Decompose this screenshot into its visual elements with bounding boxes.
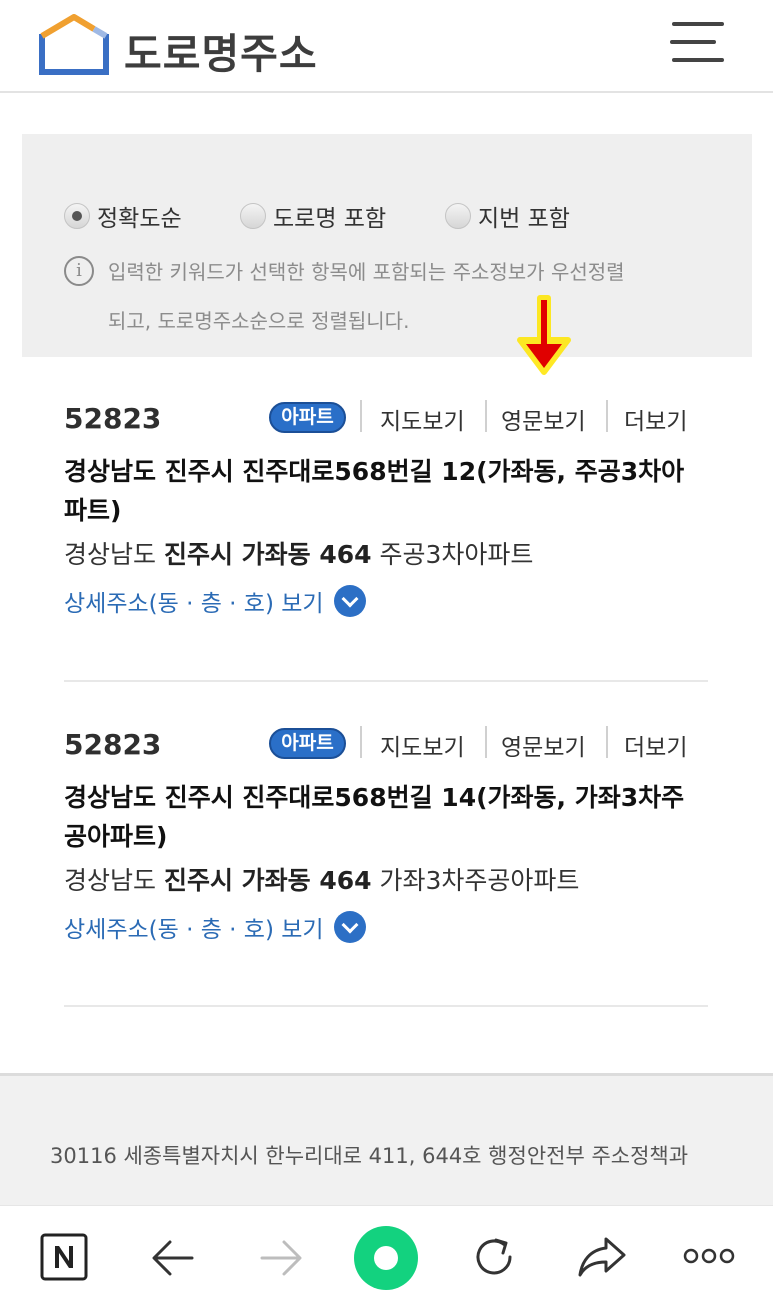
info-text-line2: 되고, 도로명주소순으로 정렬됩니다.: [108, 309, 410, 333]
jibun-bold: 진주시 가좌동 464: [163, 540, 372, 569]
more-view-link[interactable]: 더보기: [624, 728, 687, 762]
divider: [606, 726, 608, 758]
address-result-item: 52823 아파트 지도보기 영문보기 더보기 경상남도 진주시 진주대로568…: [64, 380, 708, 680]
sort-jibun-radio[interactable]: 지번 포함: [445, 200, 570, 232]
sort-accuracy-label: 정확도순: [97, 206, 182, 232]
apartment-badge: 아파트: [269, 728, 346, 759]
info-text-line1: 입력한 키워드가 선택한 항목에 포함되는 주소정보가 우선정렬: [108, 260, 625, 284]
sort-jibun-label: 지번 포함: [478, 206, 570, 232]
hamburger-menu-icon[interactable]: [670, 20, 726, 66]
jibun-prefix: 경상남도: [64, 540, 157, 569]
detail-address-label: 상세주소(동 · 층 · 호) 보기: [64, 591, 324, 617]
refresh-icon[interactable]: [470, 1233, 518, 1281]
jibun-suffix: 가좌3차주공아파트: [379, 866, 580, 895]
road-address-line1: 경상남도 진주시 진주대로568번길 14(가좌동, 가좌3차주: [64, 783, 685, 812]
red-down-arrow-icon: [517, 295, 571, 375]
info-circle-icon: i: [64, 256, 94, 286]
jibun-bold: 진주시 가좌동 464: [163, 866, 372, 895]
jibun-prefix: 경상남도: [64, 866, 157, 895]
road-address-line2: 파트): [64, 496, 122, 525]
divider: [485, 400, 487, 432]
logo-title[interactable]: 도로명주소: [124, 20, 318, 80]
divider: [360, 400, 362, 432]
jibun-suffix: 주공3차아파트: [379, 540, 534, 569]
forward-arrow-icon[interactable]: [258, 1236, 304, 1280]
back-arrow-icon[interactable]: [150, 1236, 196, 1280]
chevron-down-icon: [333, 911, 366, 943]
sort-road-radio[interactable]: 도로명 포함: [240, 200, 386, 232]
detail-address-label: 상세주소(동 · 층 · 호) 보기: [64, 917, 324, 943]
house-logo-icon[interactable]: [38, 14, 110, 76]
map-view-link[interactable]: 지도보기: [380, 728, 465, 762]
map-view-link[interactable]: 지도보기: [380, 402, 465, 436]
zip-code: 52823: [64, 402, 162, 435]
more-view-link[interactable]: 더보기: [624, 402, 687, 436]
radio-unselected-icon: [240, 203, 266, 229]
english-view-link[interactable]: 영문보기: [501, 402, 586, 436]
divider: [360, 726, 362, 758]
sort-road-label: 도로명 포함: [273, 206, 387, 232]
result-divider: [64, 1005, 708, 1007]
detail-address-toggle[interactable]: 상세주소(동 · 층 · 호) 보기: [64, 584, 366, 618]
radio-selected-icon: [64, 203, 90, 229]
road-address[interactable]: 경상남도 진주시 진주대로568번길 14(가좌동, 가좌3차주 공아파트): [64, 778, 708, 856]
divider: [606, 400, 608, 432]
result-divider: [64, 680, 708, 682]
share-icon[interactable]: [576, 1233, 628, 1281]
road-address[interactable]: 경상남도 진주시 진주대로568번길 12(가좌동, 주공3차아 파트): [64, 452, 708, 530]
sort-accuracy-radio[interactable]: 정확도순: [64, 200, 182, 232]
home-circle-icon[interactable]: [352, 1224, 420, 1292]
footer-address: 30116 세종특별자치시 한누리대로 411, 644호 행정안전부 주소정책…: [50, 1144, 689, 1168]
app-header: 도로명주소: [0, 0, 773, 93]
divider: [485, 726, 487, 758]
radio-unselected-icon: [445, 203, 471, 229]
apartment-badge: 아파트: [269, 402, 346, 433]
detail-address-toggle[interactable]: 상세주소(동 · 층 · 호) 보기: [64, 910, 366, 944]
more-dots-icon[interactable]: [682, 1246, 736, 1266]
zip-code: 52823: [64, 728, 162, 761]
jibun-address: 경상남도 진주시 가좌동 464 주공3차아파트: [64, 535, 533, 571]
chevron-down-icon: [333, 585, 366, 617]
address-result-item: 52823 아파트 지도보기 영문보기 더보기 경상남도 진주시 진주대로568…: [64, 706, 708, 1006]
english-view-link[interactable]: 영문보기: [501, 728, 586, 762]
road-address-line1: 경상남도 진주시 진주대로568번길 12(가좌동, 주공3차아: [64, 457, 685, 486]
jibun-address: 경상남도 진주시 가좌동 464 가좌3차주공아파트: [64, 861, 579, 897]
naver-n-icon[interactable]: [40, 1233, 88, 1281]
road-address-line2: 공아파트): [64, 822, 168, 851]
page-footer: [0, 1073, 773, 1205]
